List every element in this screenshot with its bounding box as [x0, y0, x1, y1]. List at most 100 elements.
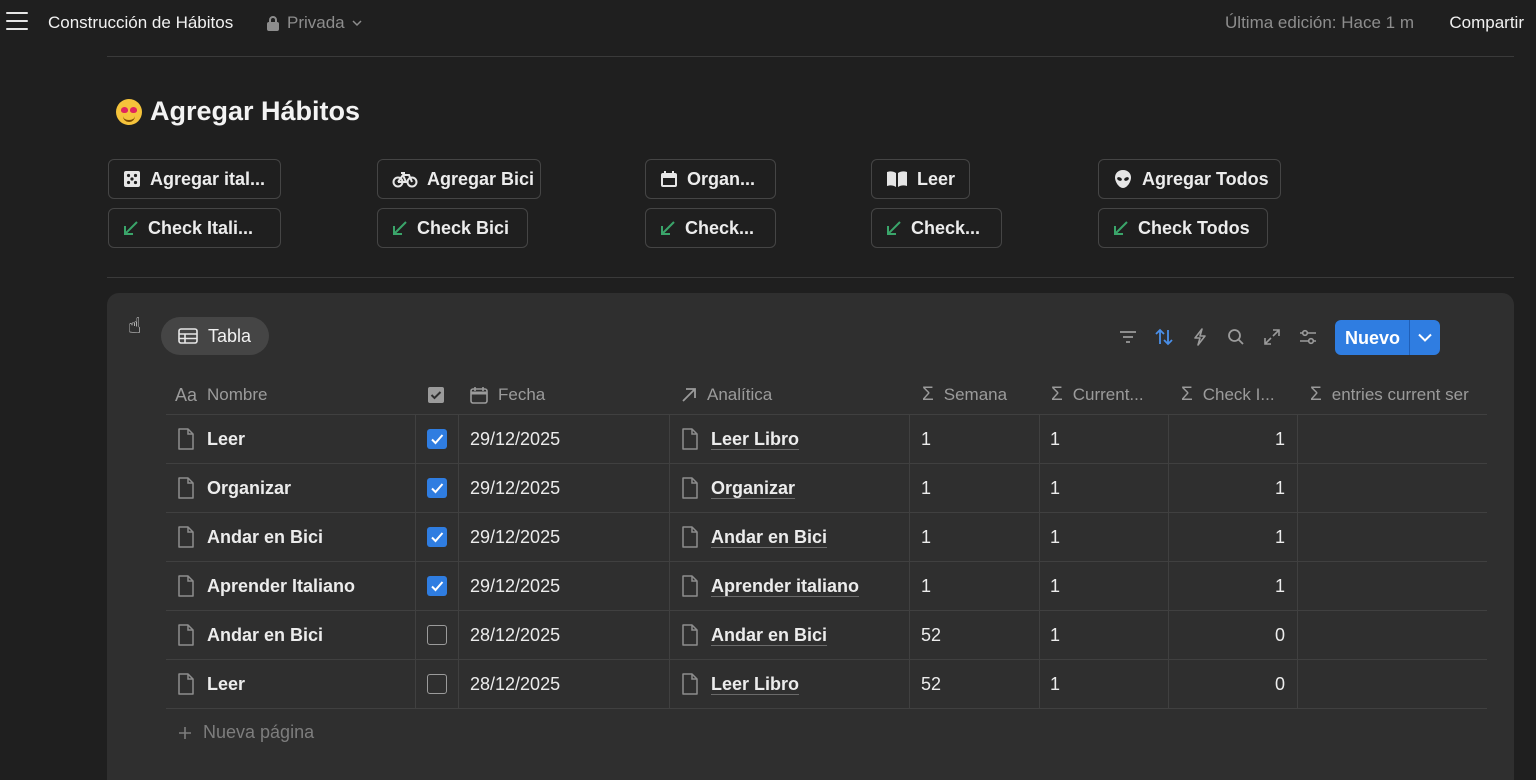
lock-icon [267, 16, 279, 31]
row-divider [166, 561, 1487, 562]
check-todos-button[interactable]: Check Todos [1098, 208, 1268, 248]
column-divider [1168, 415, 1169, 709]
page-icon [681, 427, 699, 451]
column-header-entries[interactable]: Σ entries current ser [1310, 380, 1487, 410]
column-label: Check I... [1202, 385, 1275, 404]
column-header-checkbox[interactable] [427, 380, 449, 410]
column-header-semana[interactable]: Σ Semana [922, 380, 1037, 410]
check-bici-label: Check Bici [417, 217, 510, 238]
row-checkbox[interactable] [427, 429, 447, 449]
header-divider [166, 414, 1487, 415]
arrow-down-left-icon [661, 221, 675, 235]
arrow-down-left-icon [1114, 221, 1128, 235]
row-checkbox[interactable] [427, 478, 447, 498]
chevron-down-icon[interactable] [1410, 320, 1440, 355]
row-analitica-link[interactable]: Organizar [711, 476, 795, 500]
menu-icon[interactable] [6, 12, 28, 30]
row-check: 0 [1274, 673, 1285, 694]
check-bici-button[interactable]: Check Bici [377, 208, 528, 248]
check-organizar-button[interactable]: Check... [645, 208, 776, 248]
row-analitica-link[interactable]: Aprender italiano [711, 574, 859, 598]
settings-sliders-icon[interactable] [1298, 327, 1318, 347]
row-nombre[interactable]: Andar en Bici [207, 623, 323, 647]
row-nombre[interactable]: Leer [207, 672, 245, 696]
formula-sigma-icon: Σ [1310, 384, 1322, 405]
page-name[interactable]: Construcción de Hábitos [48, 13, 233, 33]
row-checkbox[interactable] [427, 674, 447, 694]
column-header-current[interactable]: Σ Current... [1051, 380, 1165, 410]
row-checkbox[interactable] [427, 625, 447, 645]
relation-arrow-icon [682, 388, 696, 402]
automation-lightning-icon[interactable] [1190, 327, 1210, 347]
row-analitica-link[interactable]: Leer Libro [711, 672, 799, 696]
column-header-analitica[interactable]: Analítica [681, 380, 906, 410]
page-icon [177, 525, 195, 549]
add-italiano-label: Agregar ital... [150, 168, 266, 189]
row-analitica-link[interactable]: Leer Libro [711, 427, 799, 451]
organizar-button[interactable]: Organ... [645, 159, 776, 199]
check-todos-label: Check Todos [1138, 217, 1250, 238]
column-header-check[interactable]: Σ Check I... [1181, 380, 1295, 410]
row-divider [166, 708, 1487, 709]
page-icon [681, 623, 699, 647]
row-checkbox[interactable] [427, 527, 447, 547]
checkbox-property-icon [428, 387, 444, 403]
row-current: 1 [1050, 477, 1061, 498]
section-title: Agregar Hábitos [150, 96, 361, 126]
add-todos-label: Agregar Todos [1142, 168, 1269, 189]
add-bici-button[interactable]: Agregar Bici [377, 159, 541, 199]
row-nombre[interactable]: Andar en Bici [207, 525, 323, 549]
row-fecha[interactable]: 29/12/2025 [470, 476, 560, 500]
row-nombre[interactable]: Aprender Italiano [207, 574, 355, 598]
column-label: Analítica [707, 385, 773, 404]
add-italiano-button[interactable]: Agregar ital... [108, 159, 281, 199]
row-check: 1 [1274, 575, 1285, 596]
row-current: 1 [1050, 428, 1061, 449]
row-fecha[interactable]: 29/12/2025 [470, 525, 560, 549]
column-header-nombre[interactable]: Aa Nombre [175, 380, 410, 410]
column-header-fecha[interactable]: Fecha [470, 380, 665, 410]
book-icon [887, 171, 907, 187]
column-divider [909, 415, 910, 709]
arrow-down-left-icon [393, 221, 407, 235]
new-page-button[interactable]: Nueva página [178, 722, 314, 743]
check-italiano-label: Check Itali... [148, 217, 254, 238]
check-leer-button[interactable]: Check... [871, 208, 1002, 248]
arrow-down-left-icon [887, 221, 901, 235]
leer-button[interactable]: Leer [871, 159, 970, 199]
row-fecha[interactable]: 28/12/2025 [470, 623, 560, 647]
plus-icon [179, 726, 191, 739]
tab-table-view[interactable]: Tabla [161, 317, 269, 355]
page-icon [177, 623, 195, 647]
row-fecha[interactable]: 29/12/2025 [470, 574, 560, 598]
privacy-dropdown[interactable]: Privada [266, 13, 362, 33]
search-icon[interactable] [1226, 327, 1246, 347]
calendar-icon [470, 387, 488, 404]
row-fecha[interactable]: 29/12/2025 [470, 427, 560, 451]
page-icon [177, 672, 195, 696]
check-italiano-button[interactable]: Check Itali... [108, 208, 281, 248]
add-todos-button[interactable]: Agregar Todos [1098, 159, 1281, 199]
row-semana: 1 [921, 575, 932, 596]
page-icon [681, 476, 699, 500]
heart-eyes-cat-emoji-icon [116, 98, 142, 125]
page-icon [177, 574, 195, 598]
page-icon [681, 574, 699, 598]
row-analitica-link[interactable]: Andar en Bici [711, 623, 827, 647]
new-button[interactable]: Nuevo [1335, 320, 1440, 355]
page-icon [177, 476, 195, 500]
row-nombre[interactable]: Leer [207, 427, 245, 451]
pointing-hand-icon: ☝ [128, 313, 142, 338]
filter-icon[interactable] [1118, 327, 1138, 347]
expand-icon[interactable] [1262, 327, 1282, 347]
section-heading: Agregar Hábitos [116, 96, 360, 127]
sort-icon[interactable] [1154, 327, 1174, 347]
page-icon [681, 525, 699, 549]
row-analitica-link[interactable]: Andar en Bici [711, 525, 827, 549]
formula-sigma-icon: Σ [1051, 384, 1063, 405]
row-divider [166, 659, 1487, 660]
share-button[interactable]: Compartir [1449, 13, 1524, 33]
row-fecha[interactable]: 28/12/2025 [470, 672, 560, 696]
row-checkbox[interactable] [427, 576, 447, 596]
row-nombre[interactable]: Organizar [207, 476, 291, 500]
